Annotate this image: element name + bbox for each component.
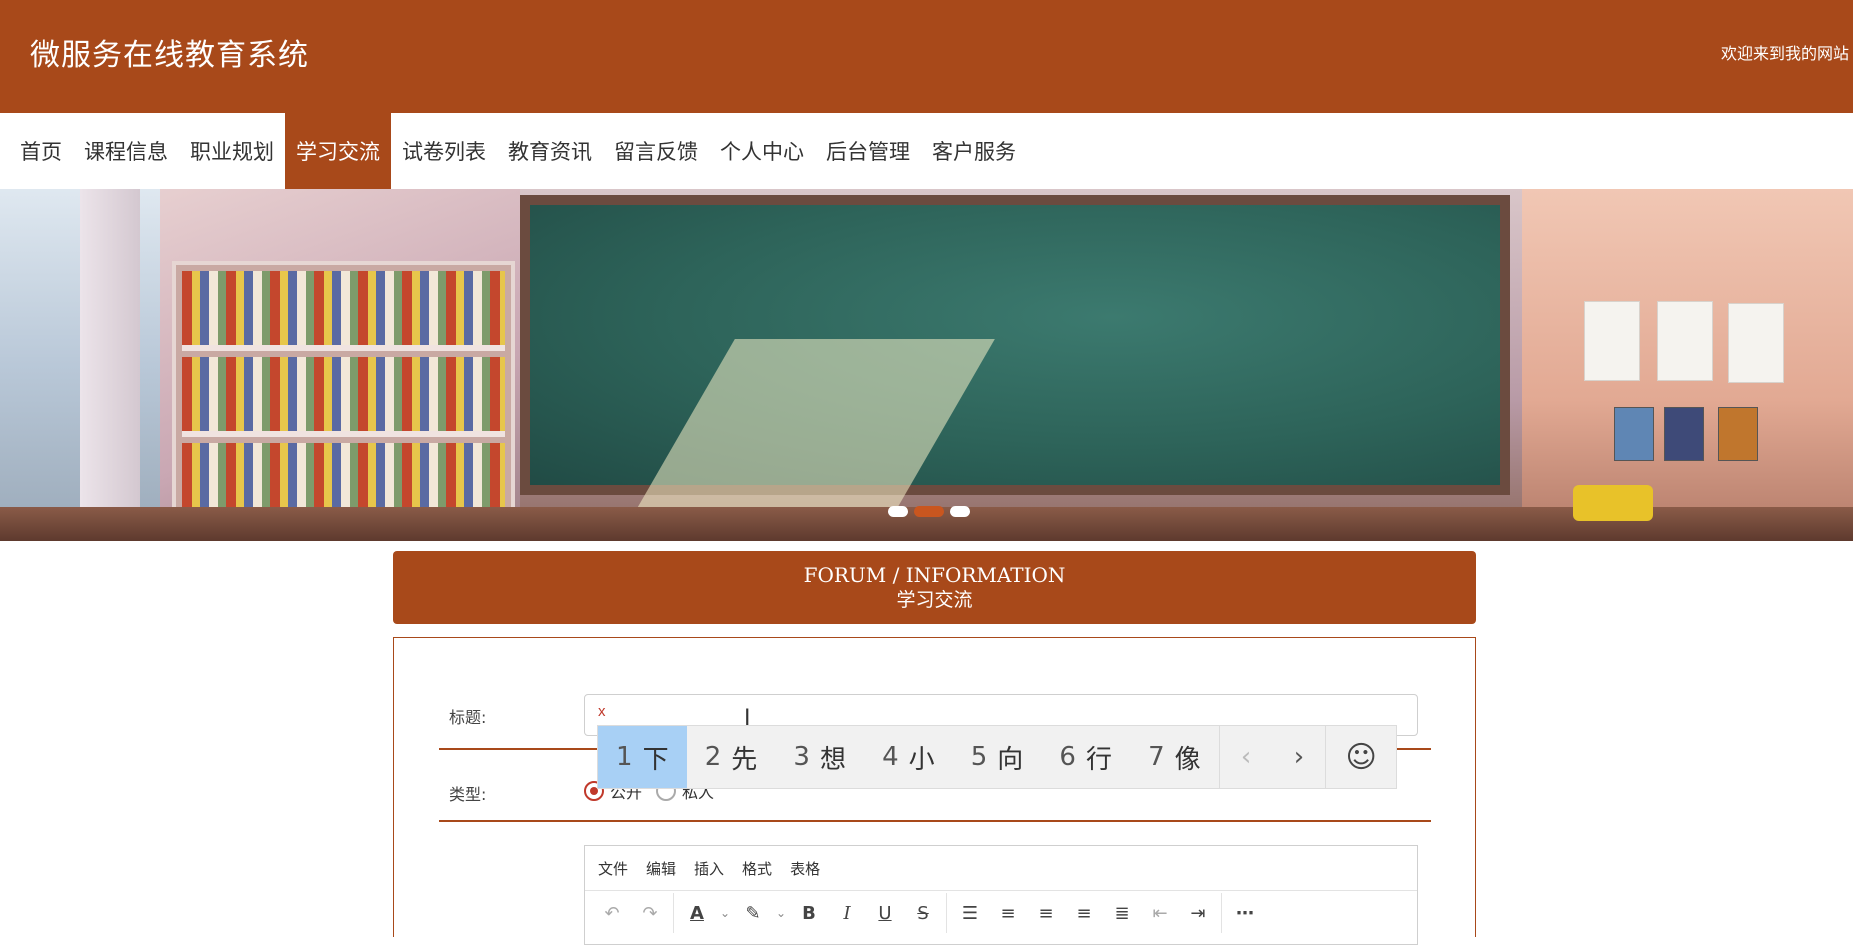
- editor-menubar: 文件 编辑 插入 格式 表格: [585, 846, 1417, 891]
- ime-candidate-number: 4: [882, 742, 899, 772]
- banner-carousel[interactable]: [0, 189, 1853, 541]
- menu-edit[interactable]: 编辑: [646, 858, 676, 879]
- banner-notice: [1657, 301, 1713, 381]
- align-center-icon[interactable]: ≡: [1027, 903, 1065, 924]
- ime-candidate-char: 像: [1174, 744, 1201, 775]
- forum-title-en: FORUM / INFORMATION: [803, 563, 1066, 587]
- banner-yellow-box: [1573, 485, 1653, 521]
- nav-item-exams[interactable]: 试卷列表: [391, 113, 497, 189]
- toolbar-separator: [673, 893, 674, 933]
- ime-candidate-char: 先: [731, 744, 758, 775]
- welcome-text: 欢迎来到我的网站: [1720, 44, 1849, 63]
- editor-toolbar: ↶ ↷ A ⌄ ✎ ⌄ B I U S ☰ ≡ ≡ ≡ ≣ ⇤ ⇥ ⋯: [585, 891, 1417, 935]
- carousel-dot[interactable]: [888, 506, 908, 517]
- ime-candidate-char: 小: [908, 744, 935, 775]
- ime-candidate-4[interactable]: 4 小: [864, 726, 953, 788]
- forum-title-cn: 学习交流: [896, 589, 973, 611]
- more-icon[interactable]: ⋯: [1226, 903, 1264, 924]
- nav-item-career[interactable]: 职业规划: [179, 113, 285, 189]
- align-justify-icon[interactable]: ≣: [1103, 903, 1141, 924]
- title-label: 标题:: [449, 708, 487, 727]
- nav-item-home[interactable]: 首页: [0, 113, 73, 189]
- ime-candidate-number: 6: [1059, 742, 1076, 772]
- banner-curtain: [80, 189, 140, 541]
- ime-candidate-number: 7: [1148, 742, 1165, 772]
- ime-candidate-char: 向: [997, 744, 1024, 775]
- nav-item-profile[interactable]: 个人中心: [709, 113, 815, 189]
- font-color-icon[interactable]: A: [678, 903, 716, 924]
- ime-candidate-number: 1: [616, 742, 633, 772]
- ime-candidate-window: 1 下 2 先 3 想 4 小 5 向 6 行 7 像 ‹ › ☺: [597, 725, 1397, 789]
- menu-table[interactable]: 表格: [790, 858, 820, 879]
- forum-header: FORUM / INFORMATION 学习交流: [393, 551, 1476, 624]
- align-left-icon[interactable]: ≡: [989, 903, 1027, 924]
- ime-candidate-1[interactable]: 1 下: [598, 726, 687, 788]
- banner-poster: [1614, 407, 1654, 461]
- strikethrough-icon[interactable]: S: [904, 903, 942, 924]
- carousel-dot-active[interactable]: [914, 506, 944, 517]
- toolbar-separator: [946, 893, 947, 933]
- carousel-indicators: [888, 506, 970, 517]
- redo-icon[interactable]: ↷: [631, 903, 669, 924]
- ime-candidate-7[interactable]: 7 像: [1130, 726, 1219, 788]
- indent-icon[interactable]: ⇥: [1179, 903, 1217, 924]
- ime-candidate-number: 5: [970, 742, 988, 772]
- nav-item-support[interactable]: 客户服务: [921, 113, 1027, 189]
- chevron-left-icon[interactable]: ‹: [1220, 726, 1273, 788]
- ime-candidate-5[interactable]: 5 向: [953, 726, 1042, 788]
- banner-poster: [1718, 407, 1758, 461]
- rich-text-editor: 文件 编辑 插入 格式 表格 ↶ ↷ A ⌄ ✎ ⌄ B I U S ☰ ≡ ≡…: [584, 845, 1418, 945]
- italic-icon[interactable]: I: [828, 903, 866, 924]
- carousel-dot[interactable]: [950, 506, 970, 517]
- ime-candidate-3[interactable]: 3 想: [775, 726, 864, 788]
- ime-candidate-char: 行: [1085, 744, 1112, 775]
- ime-candidate-number: 2: [704, 742, 722, 772]
- highlight-icon[interactable]: ✎: [734, 903, 772, 924]
- undo-icon[interactable]: ↶: [593, 903, 631, 924]
- chevron-down-icon[interactable]: ⌄: [772, 906, 790, 920]
- site-header: 微服务在线教育系统 欢迎来到我的网站: [0, 0, 1853, 113]
- bold-icon[interactable]: B: [790, 903, 828, 924]
- nav-item-admin[interactable]: 后台管理: [815, 113, 921, 189]
- divider: [439, 820, 1431, 822]
- nav-item-feedback[interactable]: 留言反馈: [603, 113, 709, 189]
- toolbar-separator: [1221, 893, 1222, 933]
- type-label: 类型:: [449, 785, 487, 804]
- banner-notice: [1584, 301, 1640, 381]
- nav-item-courses[interactable]: 课程信息: [73, 113, 179, 189]
- outdent-icon[interactable]: ⇤: [1141, 903, 1179, 924]
- banner-bookshelf: [172, 261, 515, 541]
- ime-candidate-2[interactable]: 2 先: [687, 726, 776, 788]
- main-nav: 首页 课程信息 职业规划 学习交流 试卷列表 教育资讯 留言反馈 个人中心 后台…: [0, 113, 1853, 189]
- banner-wall-right: [1522, 189, 1853, 541]
- site-title[interactable]: 微服务在线教育系统: [30, 30, 309, 74]
- ime-candidate-6[interactable]: 6 行: [1041, 726, 1130, 788]
- align-right-icon[interactable]: ≡: [1065, 903, 1103, 924]
- nav-item-forum[interactable]: 学习交流: [285, 113, 391, 189]
- underline-icon[interactable]: U: [866, 903, 904, 924]
- nav-item-news[interactable]: 教育资讯: [497, 113, 603, 189]
- chevron-right-icon[interactable]: ›: [1273, 726, 1326, 788]
- ime-candidate-char: 下: [642, 744, 669, 775]
- line-height-icon[interactable]: ☰: [951, 903, 989, 924]
- menu-insert[interactable]: 插入: [694, 858, 724, 879]
- banner-notice: [1728, 303, 1784, 383]
- ime-candidate-char: 想: [819, 744, 846, 775]
- chevron-down-icon[interactable]: ⌄: [716, 906, 734, 920]
- ime-candidate-number: 3: [793, 742, 810, 772]
- emoji-icon[interactable]: ☺: [1326, 726, 1396, 788]
- menu-format[interactable]: 格式: [742, 858, 772, 879]
- menu-file[interactable]: 文件: [598, 858, 628, 879]
- banner-chalkboard: [520, 195, 1510, 495]
- banner-poster: [1664, 407, 1704, 461]
